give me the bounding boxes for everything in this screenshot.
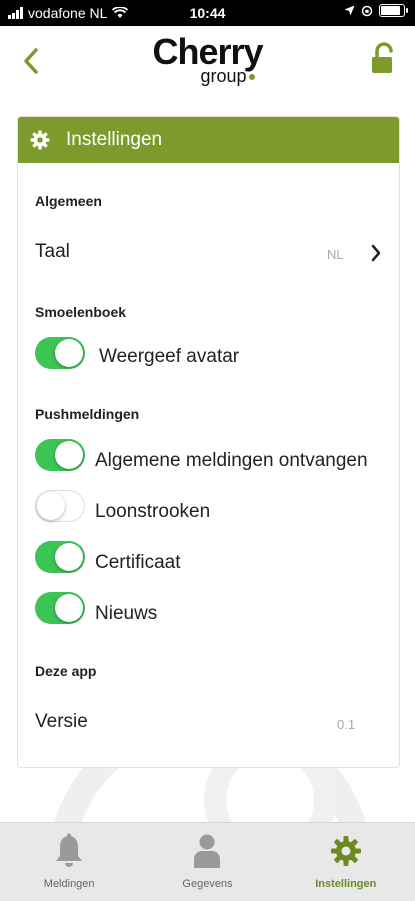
- settings-card-title: Instellingen: [66, 129, 163, 150]
- general-notifications-label: Algemene meldingen ontvangen: [95, 450, 368, 471]
- version-label: Versie: [35, 711, 88, 732]
- orientation-lock-icon: [361, 5, 373, 16]
- avatar-toggle[interactable]: [35, 337, 85, 369]
- section-app-title: Deze app: [35, 663, 97, 679]
- version-value: 0.1: [337, 717, 356, 732]
- tab-details-label: Gegevens: [182, 878, 233, 890]
- language-row[interactable]: Taal NL: [18, 233, 399, 273]
- logo-subtext: group: [40, 66, 415, 87]
- payslips-toggle[interactable]: [35, 490, 85, 522]
- person-icon: [194, 834, 221, 868]
- toggle-knob: [37, 492, 65, 520]
- certificate-label: Certificaat: [95, 552, 181, 573]
- gear-icon: [330, 836, 361, 866]
- logo-subtext-label: group: [200, 66, 247, 86]
- logo-dot: [248, 74, 255, 81]
- gear-icon: [30, 130, 50, 150]
- tab-notifications-label: Meldingen: [43, 878, 95, 890]
- section-push-title: Pushmeldingen: [35, 406, 140, 422]
- bell-icon: [56, 833, 83, 867]
- settings-card-header: Instellingen: [18, 117, 399, 163]
- status-right: [344, 4, 408, 17]
- section-facebook-title: Smoelenboek: [35, 304, 127, 320]
- certificate-toggle[interactable]: [35, 541, 85, 573]
- toggle-knob: [55, 441, 83, 469]
- tab-details[interactable]: Gegevens: [138, 823, 276, 901]
- payslips-label: Loonstrooken: [95, 501, 211, 522]
- toggle-knob: [55, 339, 83, 367]
- news-label: Nieuws: [95, 603, 158, 624]
- cherry-group-logo: Cherry group: [0, 34, 415, 87]
- news-toggle[interactable]: [35, 592, 85, 624]
- logo-wordmark: Cherry: [152, 31, 263, 72]
- settings-card: Instellingen Algemeen Taal NL Smoelenboe…: [17, 116, 400, 768]
- battery-icon: [379, 4, 408, 17]
- tab-settings[interactable]: Instellingen: [277, 823, 415, 901]
- unlock-icon[interactable]: [369, 42, 397, 76]
- status-bar: vodafone NL 10:44: [0, 0, 415, 26]
- location-icon: [344, 5, 355, 16]
- language-value: NL: [327, 247, 344, 262]
- general-notifications-toggle[interactable]: [35, 439, 85, 471]
- tab-bar: Meldingen Gegevens Instellingen: [0, 822, 415, 901]
- tab-notifications[interactable]: Meldingen: [0, 823, 138, 901]
- tab-settings-label: Instellingen: [315, 878, 377, 890]
- language-label: Taal: [35, 241, 70, 262]
- chevron-right-icon: [371, 244, 381, 262]
- section-general-title: Algemeen: [35, 193, 102, 209]
- toggle-knob: [55, 543, 83, 571]
- avatar-label: Weergeef avatar: [99, 346, 240, 367]
- app-header: Cherry group: [0, 26, 415, 98]
- toggle-knob: [55, 594, 83, 622]
